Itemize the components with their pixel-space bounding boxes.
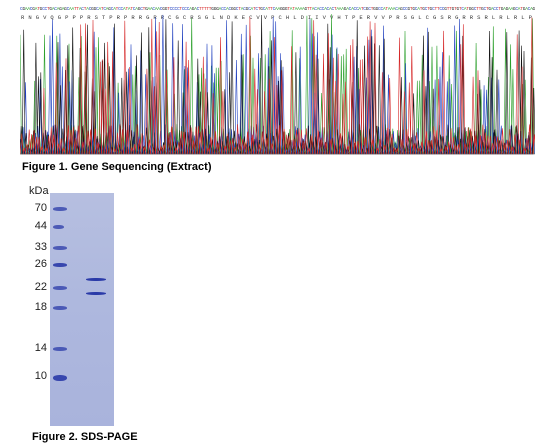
amino-acid-letter: P [271, 14, 274, 21]
amino-acid-letter: G [433, 14, 436, 21]
kda-unit-label: kDa [29, 185, 49, 197]
marker-label-18: 18 [34, 301, 47, 313]
amino-acid-letter: P [389, 14, 392, 21]
amino-acid-letter: P [80, 14, 83, 21]
amino-acid-letter: C [168, 14, 172, 21]
amino-acid-letter: N [28, 14, 31, 21]
amino-acid-letter: P [124, 14, 127, 21]
ladder-band-22 [53, 286, 67, 290]
amino-acid-letter: V [256, 14, 260, 21]
amino-acid-letter: C [279, 14, 283, 21]
amino-acid-letter: T [345, 14, 349, 21]
amino-acid-letter: R [470, 14, 474, 21]
amino-acid-letter: L [418, 14, 421, 21]
figure-2-caption: Figure 2. SDS-PAGE [32, 431, 138, 443]
amino-acid-letter: D [227, 14, 231, 21]
marker-label-33: 33 [34, 241, 47, 253]
amino-acid-letter: H [286, 14, 289, 21]
amino-acid-letter: G [455, 14, 458, 21]
amino-acid-letter: P [352, 14, 355, 21]
marker-label-26: 26 [34, 258, 47, 270]
amino-acid-letter: P [529, 14, 532, 21]
amino-acid-letter: T [102, 14, 106, 21]
amino-acid-letter: E [359, 14, 363, 21]
amino-acid-letter: G [36, 14, 39, 21]
amino-acid-letter: R [367, 14, 371, 21]
amino-acid-letter: I [308, 14, 311, 21]
amino-acid-letter: L [212, 14, 215, 21]
amino-acid-letter: R [87, 14, 91, 21]
amino-acid-letter: G [146, 14, 149, 21]
amino-acid-letter: C [426, 14, 430, 21]
amino-acid-letter: V [330, 14, 334, 21]
ladder-band-18 [53, 306, 67, 310]
amino-acid-letter: I [315, 14, 318, 21]
figure-1-caption: Figure 1. Gene Sequencing (Extract) [22, 161, 212, 173]
amino-acid-letter: R [462, 14, 466, 21]
ladder-band-44 [53, 225, 64, 229]
amino-acid-letter: R [448, 14, 452, 21]
amino-acid-letter: R [117, 14, 121, 21]
amino-acid-letter: N [220, 14, 223, 21]
amino-acid-letter: V [382, 14, 386, 21]
amino-acid-letter: G [176, 14, 179, 21]
amino-acid-letter: R [139, 14, 143, 21]
amino-acid-letter: P [65, 14, 68, 21]
marker-label-44: 44 [34, 220, 47, 232]
ladder-band-33 [53, 246, 67, 250]
amino-acid-letter: S [95, 14, 99, 21]
amino-acid-letter: G [411, 14, 414, 21]
sample-band-2 [86, 291, 106, 295]
amino-acid-letter: E [242, 14, 246, 21]
amino-acid-letter: L [521, 14, 524, 21]
amino-acid-letter: G [58, 14, 61, 21]
amino-acid-letter: R [396, 14, 400, 21]
sample-band-1 [86, 277, 106, 281]
amino-acid-letter: S [477, 14, 481, 21]
marker-label-14: 14 [34, 342, 47, 354]
ladder-band-10 [53, 375, 67, 381]
amino-acid-letter: V [323, 14, 327, 21]
amino-acid-letter: R [131, 14, 135, 21]
marker-label-70: 70 [34, 202, 47, 214]
chromatogram-traces [20, 14, 535, 155]
amino-acid-letter: R [21, 14, 25, 21]
amino-acid-letter: S [404, 14, 408, 21]
amino-acid-letter: P [109, 14, 112, 21]
ladder-band-70 [53, 207, 67, 211]
amino-acid-letter: V [374, 14, 378, 21]
amino-acid-letter: D [301, 14, 305, 21]
amino-acid-letter: R [514, 14, 518, 21]
amino-acid-letter: L [507, 14, 510, 21]
amino-acid-letter: V [264, 14, 268, 21]
chromatogram-sequence: CGAACGATGCCTGACAGAGCAATTACTACGGCATCAGCAT… [20, 6, 535, 21]
ladder-band-14 [53, 347, 67, 351]
amino-acid-letter: P [73, 14, 76, 21]
amino-acid-letter: H [337, 14, 340, 21]
amino-acid-letter: L [492, 14, 495, 21]
sequencing-chromatogram: CGAACGATGCCTGACAGAGCAATTACTACGGCATCAGCAT… [20, 6, 535, 155]
amino-acid-letter: R [499, 14, 503, 21]
amino-acid-letter: C [183, 14, 187, 21]
amino-acid-letter: K [234, 14, 238, 21]
nucleotide-letter: G [533, 6, 536, 12]
amino-acid-letter: V [43, 14, 47, 21]
marker-label-22: 22 [34, 281, 47, 293]
amino-acid-letter: G [205, 14, 208, 21]
amino-acid-letter: S [198, 14, 202, 21]
amino-acid-letter: L [293, 14, 296, 21]
amino-acid-letter: R [190, 14, 194, 21]
amino-acid-letter: S [440, 14, 444, 21]
marker-label-10: 10 [34, 370, 47, 382]
amino-acid-letter: R [485, 14, 489, 21]
ladder-band-26 [53, 263, 67, 267]
sds-page-gel [50, 193, 114, 426]
